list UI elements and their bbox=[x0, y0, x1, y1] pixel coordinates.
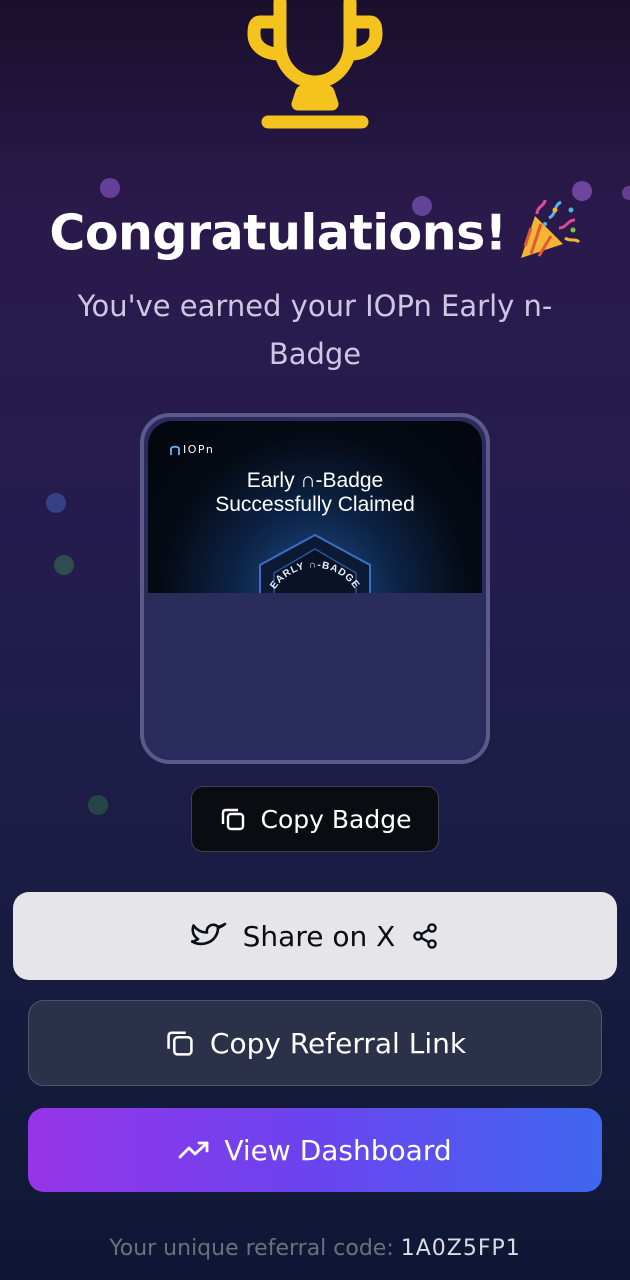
page-title: Congratulations! bbox=[49, 204, 507, 262]
congratulations-heading: Congratulations! bbox=[0, 198, 630, 274]
copy-icon bbox=[164, 1027, 196, 1059]
badge-headline-line2: Successfully Claimed bbox=[215, 493, 415, 516]
confetti-dot bbox=[46, 493, 66, 513]
share-on-x-button[interactable]: Share on X bbox=[13, 892, 617, 980]
badge-logo: IOPn bbox=[170, 443, 214, 456]
copy-icon bbox=[219, 805, 247, 833]
trophy-icon bbox=[247, 0, 383, 129]
twitter-bird-icon bbox=[190, 921, 227, 951]
badge-logo-text: IOPn bbox=[183, 443, 215, 456]
badge-headline-line1: Early ∩-Badge bbox=[246, 469, 384, 492]
iopn-logo-icon bbox=[170, 445, 180, 455]
party-popper-icon bbox=[515, 198, 581, 274]
badge-card: IOPn Early ∩-Badge Successfully Claimed … bbox=[140, 413, 490, 764]
confetti-dot bbox=[54, 555, 74, 575]
copy-referral-link-button[interactable]: Copy Referral Link bbox=[28, 1000, 602, 1086]
referral-code-value: 1A0Z5FP1 bbox=[400, 1236, 521, 1261]
copy-badge-label: Copy Badge bbox=[260, 804, 412, 834]
copy-badge-button[interactable]: Copy Badge bbox=[191, 786, 439, 852]
share-on-x-label: Share on X bbox=[242, 919, 396, 953]
referral-code-line: Your unique referral code: 1A0Z5FP1 bbox=[0, 1236, 630, 1261]
view-dashboard-button[interactable]: View Dashboard bbox=[28, 1108, 602, 1192]
confetti-dot bbox=[88, 795, 108, 815]
trending-up-icon bbox=[178, 1139, 210, 1161]
referral-code-label: Your unique referral code: bbox=[109, 1236, 394, 1261]
badge-headline: Early ∩-Badge Successfully Claimed bbox=[148, 469, 482, 517]
badge-emblem: EARLY ∩-BADGE bbox=[259, 533, 371, 593]
share-icon bbox=[411, 922, 439, 950]
badge-image: IOPn Early ∩-Badge Successfully Claimed … bbox=[148, 421, 482, 593]
confetti-dot bbox=[100, 178, 120, 198]
badge-card-body bbox=[148, 593, 482, 756]
view-dashboard-label: View Dashboard bbox=[224, 1133, 452, 1167]
copy-referral-link-label: Copy Referral Link bbox=[209, 1026, 467, 1060]
subtitle: You've earned your IOPn Early n-Badge bbox=[77, 289, 553, 371]
